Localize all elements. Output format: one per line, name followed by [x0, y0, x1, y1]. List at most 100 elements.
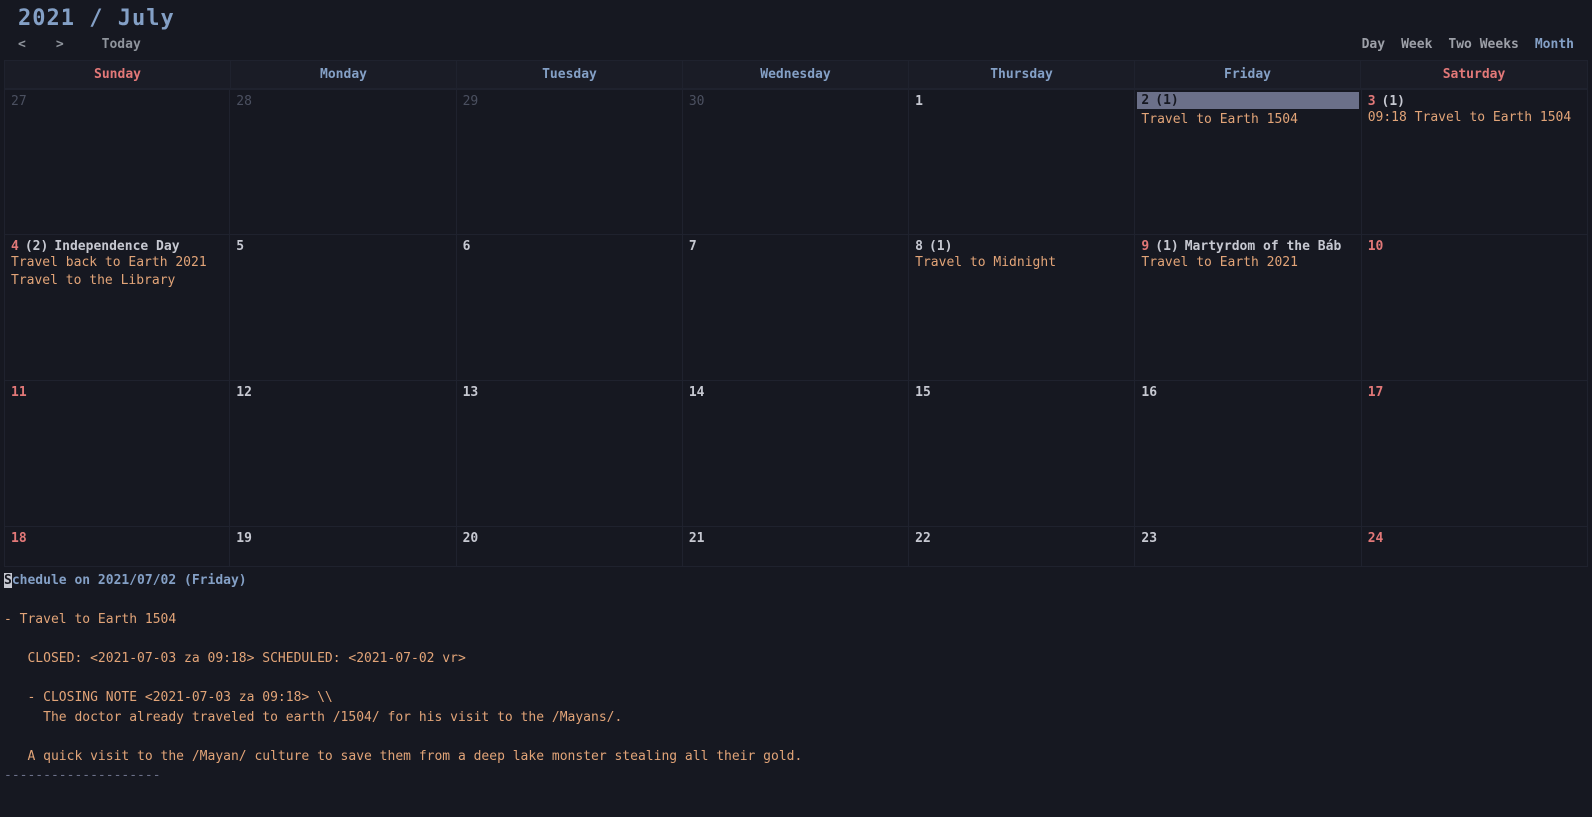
calendar-week: 27 28 29 30 1 2(1) Travel to Earth 1504 3(1)09:…: [4, 89, 1588, 235]
day-header: 1: [915, 94, 1128, 109]
day-number: 11: [11, 385, 27, 400]
day-cell[interactable]: 2(1) Travel to Earth 1504: [1135, 89, 1361, 235]
dayname-monday: Monday: [231, 61, 457, 88]
day-number: 22: [915, 531, 931, 546]
calendar-event[interactable]: Travel to the Library: [11, 272, 223, 290]
day-header: 8(1): [915, 239, 1128, 254]
day-number: 20: [463, 531, 479, 546]
day-cell[interactable]: 14: [683, 381, 909, 527]
day-number: 4: [11, 239, 19, 254]
calendar-event[interactable]: Travel to Earth 1504: [1141, 111, 1354, 129]
day-cell[interactable]: 4(2)Independence DayTravel back to Earth…: [4, 235, 230, 381]
day-number: 3: [1368, 94, 1376, 109]
day-cell[interactable]: 24: [1362, 527, 1588, 567]
dayname-friday: Friday: [1135, 61, 1361, 88]
day-cell[interactable]: 28: [230, 89, 456, 235]
holiday-label: Martyrdom of the Báb: [1185, 239, 1342, 254]
day-cell[interactable]: 1: [909, 89, 1135, 235]
schedule-divider: --------------------: [4, 766, 1588, 786]
day-header: 10: [1368, 239, 1581, 254]
day-number: 15: [915, 385, 931, 400]
day-header: 11: [11, 385, 223, 400]
day-number: 17: [1368, 385, 1384, 400]
day-cell[interactable]: 15: [909, 381, 1135, 527]
day-cell[interactable]: 16: [1135, 381, 1361, 527]
day-header: 2(1): [1137, 92, 1358, 109]
dayname-wednesday: Wednesday: [683, 61, 909, 88]
day-cell[interactable]: 29: [457, 89, 683, 235]
dayname-row: Sunday Monday Tuesday Wednesday Thursday…: [4, 60, 1588, 89]
calendar-week: 4(2)Independence DayTravel back to Earth…: [4, 235, 1588, 381]
day-number: 23: [1141, 531, 1157, 546]
day-number: 27: [11, 94, 27, 109]
day-header: 18: [11, 531, 223, 546]
day-header: 19: [236, 531, 449, 546]
day-number: 14: [689, 385, 705, 400]
day-cell[interactable]: 12: [230, 381, 456, 527]
day-header: 28: [236, 94, 449, 109]
day-cell[interactable]: 27: [4, 89, 230, 235]
next-button[interactable]: >: [56, 37, 64, 52]
day-number: 7: [689, 239, 697, 254]
day-number: 5: [236, 239, 244, 254]
view-week[interactable]: Week: [1401, 37, 1432, 52]
dayname-sunday: Sunday: [5, 61, 231, 88]
day-cell[interactable]: 10: [1362, 235, 1588, 381]
page-title: 2021 / July: [18, 6, 1574, 31]
day-number: 28: [236, 94, 252, 109]
day-header: 3(1): [1368, 94, 1581, 109]
day-cell[interactable]: 13: [457, 381, 683, 527]
schedule-panel: Schedule on 2021/07/02 (Friday) - Travel…: [0, 567, 1592, 794]
calendar-event[interactable]: Travel back to Earth 2021: [11, 254, 223, 272]
day-number: 6: [463, 239, 471, 254]
calendar-week: 18 19 20 21 22 23 24: [4, 527, 1588, 567]
calendar-event[interactable]: Travel to Midnight: [915, 254, 1128, 272]
day-header: 20: [463, 531, 676, 546]
calendar-grid: 2728293012(1)Travel to Earth 15043(1)09:…: [4, 89, 1588, 567]
prev-button[interactable]: <: [18, 37, 26, 52]
day-header: 6: [463, 239, 676, 254]
day-cell[interactable]: 9(1)Martyrdom of the BábTravel to Earth …: [1135, 235, 1361, 381]
nav-row: < > Today Day Week Two Weeks Month: [0, 31, 1592, 58]
today-button[interactable]: Today: [102, 37, 141, 52]
view-day[interactable]: Day: [1362, 37, 1385, 52]
day-cell[interactable]: 19: [230, 527, 456, 567]
day-header: 23: [1141, 531, 1354, 546]
day-header: 17: [1368, 385, 1581, 400]
day-cell[interactable]: 18: [4, 527, 230, 567]
day-header: 14: [689, 385, 902, 400]
view-two-weeks[interactable]: Two Weeks: [1448, 37, 1518, 52]
calendar-event[interactable]: 09:18 Travel to Earth 1504: [1368, 109, 1581, 127]
day-cell[interactable]: 3(1)09:18 Travel to Earth 1504: [1362, 89, 1588, 235]
schedule-title: Schedule on 2021/07/02 (Friday): [4, 571, 1588, 591]
schedule-body: - Travel to Earth 1504 CLOSED: <2021-07-…: [4, 591, 1588, 767]
day-cell[interactable]: 20: [457, 527, 683, 567]
dayname-saturday: Saturday: [1361, 61, 1587, 88]
view-month[interactable]: Month: [1535, 37, 1574, 52]
day-header: 21: [689, 531, 902, 546]
day-header: 29: [463, 94, 676, 109]
day-number: 1: [915, 94, 923, 109]
dayname-thursday: Thursday: [909, 61, 1135, 88]
day-cell[interactable]: 5: [230, 235, 456, 381]
day-cell[interactable]: 23: [1135, 527, 1361, 567]
view-switcher: Day Week Two Weeks Month: [1362, 37, 1574, 52]
day-cell[interactable]: 8(1)Travel to Midnight: [909, 235, 1135, 381]
day-cell[interactable]: 21: [683, 527, 909, 567]
day-cell[interactable]: 7: [683, 235, 909, 381]
calendar-header: 2021 / July: [0, 0, 1592, 31]
day-number: 18: [11, 531, 27, 546]
day-header: 9(1)Martyrdom of the Báb: [1141, 239, 1354, 254]
calendar-event[interactable]: Travel to Earth 2021: [1141, 254, 1354, 272]
event-count: (2): [25, 239, 48, 254]
day-cell[interactable]: 6: [457, 235, 683, 381]
day-number: 21: [689, 531, 705, 546]
day-header: 16: [1141, 385, 1354, 400]
day-cell[interactable]: 17: [1362, 381, 1588, 527]
dayname-tuesday: Tuesday: [457, 61, 683, 88]
day-cell[interactable]: 30: [683, 89, 909, 235]
day-number: 10: [1368, 239, 1384, 254]
event-count: (1): [929, 239, 952, 254]
day-cell[interactable]: 22: [909, 527, 1135, 567]
day-cell[interactable]: 11: [4, 381, 230, 527]
